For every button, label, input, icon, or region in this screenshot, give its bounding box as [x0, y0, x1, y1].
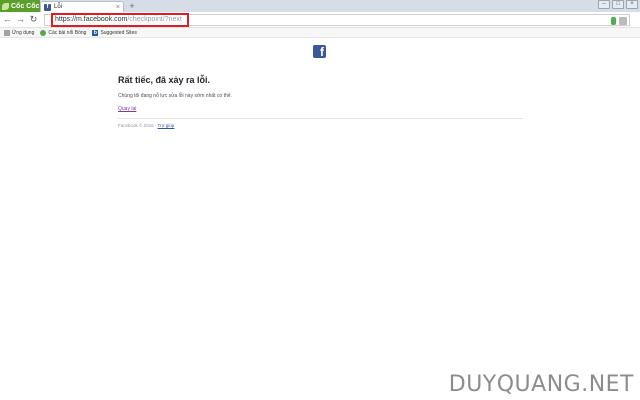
tab-close-button[interactable]: ×: [116, 4, 123, 11]
bookmarks-bar: Ứng dụng Các bài nổi Bóng b Suggested Si…: [0, 28, 640, 38]
tab-active[interactable]: f Lỗi ×: [40, 1, 124, 12]
facebook-favicon-icon: f: [44, 3, 51, 11]
footer-copyright: Facebook © 2016 ·: [118, 123, 158, 128]
new-tab-button[interactable]: +: [127, 1, 137, 11]
browser-window: Cốc Cốc f Lỗi × + – □ × ← → ↻ https://m.…: [0, 0, 640, 400]
apps-grid-icon: [4, 29, 10, 36]
browser-toolbar: ← → ↻ https://m.facebook.com/checkpoint/…: [0, 12, 640, 28]
address-bar-actions: [611, 15, 629, 27]
coccoc-logo-icon: [2, 2, 9, 10]
help-link[interactable]: Trợ giúp: [158, 123, 175, 128]
close-window-button[interactable]: ×: [626, 0, 638, 9]
page-action-icon[interactable]: [619, 17, 627, 25]
url-host: https://m.facebook.com: [55, 16, 128, 23]
forward-button[interactable]: →: [15, 14, 26, 25]
tab-title: Lỗi: [54, 4, 63, 10]
maximize-button[interactable]: □: [612, 0, 624, 9]
bookmark-popular[interactable]: Các bài nổi Bóng: [40, 29, 87, 36]
url-highlight-box[interactable]: https://m.facebook.com/checkpoint/?next: [51, 13, 189, 27]
tab-strip: Cốc Cốc f Lỗi × + – □ ×: [0, 0, 640, 12]
url-path: /checkpoint/?next: [127, 16, 182, 23]
bookmark-label: Các bài nổi Bóng: [48, 29, 87, 36]
window-controls: – □ ×: [598, 0, 640, 11]
bing-icon: b: [92, 29, 99, 36]
bookmark-apps[interactable]: Ứng dụng: [4, 29, 35, 36]
minimize-button[interactable]: –: [598, 0, 610, 9]
bookmark-suggested-sites[interactable]: b Suggested Sites: [92, 29, 137, 36]
page-footer: Facebook © 2016 · Trợ giúp: [118, 123, 174, 128]
watermark: DUYQUANG.NET: [448, 372, 634, 397]
back-link[interactable]: Quay lại: [118, 106, 136, 112]
browser-brand-label: Cốc Cốc: [11, 2, 40, 10]
error-message: Chúng tôi đang nỗ lực sửa lỗi này sớm nh…: [118, 93, 232, 99]
extension-icon[interactable]: [611, 17, 616, 25]
address-bar[interactable]: https://m.facebook.com/checkpoint/?next: [44, 13, 630, 27]
browser-brand-button[interactable]: Cốc Cốc: [0, 0, 40, 12]
error-heading: Rất tiếc, đã xảy ra lỗi.: [118, 75, 211, 85]
divider: [118, 118, 523, 119]
bookmark-label: Ứng dụng: [12, 29, 35, 36]
globe-icon: [40, 29, 47, 36]
bookmark-label: Suggested Sites: [100, 29, 137, 36]
facebook-logo-icon[interactable]: f: [313, 45, 326, 58]
back-button[interactable]: ←: [2, 14, 13, 25]
reload-button[interactable]: ↻: [28, 14, 39, 25]
